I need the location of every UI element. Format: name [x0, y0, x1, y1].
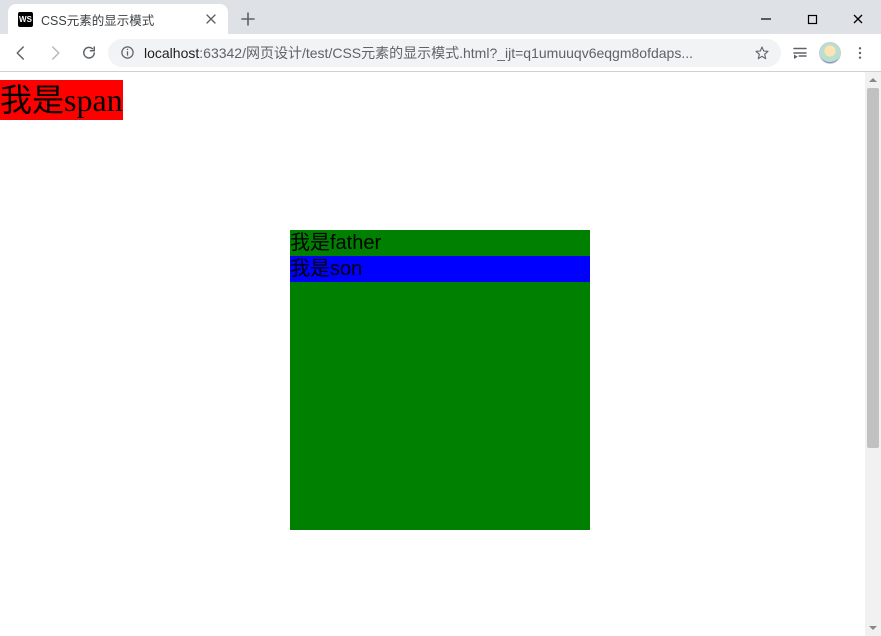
new-tab-button[interactable] — [234, 5, 262, 33]
browser-toolbar: localhost:63342/网页设计/test/CSS元素的显示模式.htm… — [0, 34, 881, 72]
url-path: /网页设计/test/CSS元素的显示模式.html?_ijt=q1umuuqv… — [242, 45, 693, 61]
nav-back-button[interactable] — [6, 38, 36, 68]
window-maximize-button[interactable] — [789, 4, 835, 34]
page-viewport: 我是span 我是father 我是son — [0, 72, 881, 636]
window-controls — [743, 4, 881, 34]
window-minimize-button[interactable] — [743, 4, 789, 34]
address-bar[interactable]: localhost:63342/网页设计/test/CSS元素的显示模式.htm… — [108, 39, 781, 67]
demo-span: 我是span — [0, 80, 123, 120]
tab-close-icon[interactable] — [204, 12, 218, 26]
scroll-down-arrow-icon[interactable] — [865, 620, 881, 636]
page-content: 我是span 我是father 我是son — [0, 72, 881, 530]
bookmark-star-icon[interactable] — [753, 44, 771, 62]
tab-title: CSS元素的显示模式 — [41, 10, 196, 29]
browser-tab[interactable]: WS CSS元素的显示模式 — [8, 4, 228, 34]
son-box: 我是son — [290, 256, 590, 282]
url-port: :63342 — [199, 45, 242, 61]
url-text: localhost:63342/网页设计/test/CSS元素的显示模式.htm… — [144, 43, 745, 63]
media-router-icon[interactable] — [785, 38, 815, 68]
browser-menu-button[interactable] — [845, 38, 875, 68]
window-titlebar: WS CSS元素的显示模式 — [0, 0, 881, 34]
nav-reload-button[interactable] — [74, 38, 104, 68]
window-close-button[interactable] — [835, 4, 881, 34]
father-label: 我是father — [290, 230, 590, 256]
vertical-scrollbar[interactable] — [865, 72, 881, 636]
scroll-thumb[interactable] — [867, 88, 879, 448]
father-box: 我是father 我是son — [290, 230, 590, 530]
scroll-up-arrow-icon[interactable] — [865, 72, 881, 88]
tab-favicon: WS — [18, 12, 33, 27]
nav-forward-button[interactable] — [40, 38, 70, 68]
profile-avatar[interactable] — [819, 42, 841, 64]
site-info-icon[interactable] — [118, 44, 136, 62]
url-host: localhost — [144, 45, 199, 61]
